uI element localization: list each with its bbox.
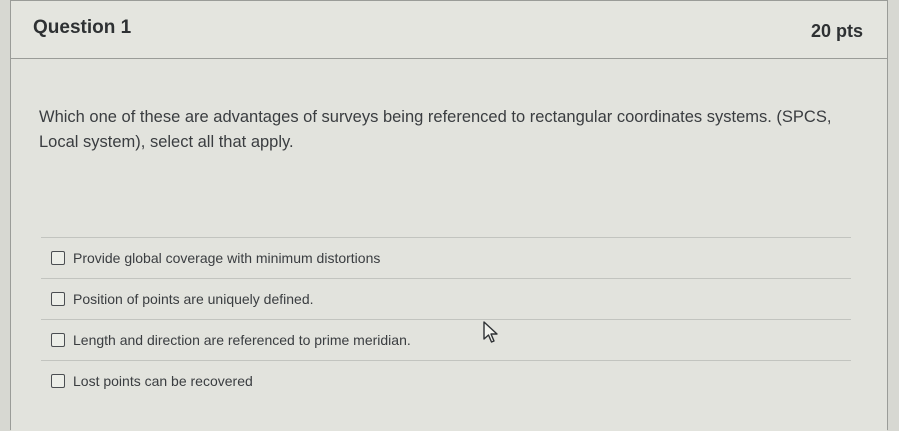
answer-checkbox[interactable]	[51, 333, 65, 347]
answer-option-1[interactable]: Provide global coverage with minimum dis…	[41, 238, 851, 278]
question-panel: Question 1 20 pts Which one of these are…	[10, 0, 888, 431]
answer-label: Provide global coverage with minimum dis…	[73, 250, 381, 266]
question-points: 20 pts	[810, 21, 863, 41]
mouse-cursor-icon	[483, 321, 498, 343]
question-prompt: Which one of these are advantages of sur…	[39, 108, 832, 151]
answer-option-4[interactable]: Lost points can be recovered	[41, 361, 851, 401]
question-body: Which one of these are advantages of sur…	[11, 59, 887, 431]
answer-label: Position of points are uniquely defined.	[73, 291, 314, 307]
answer-option-2[interactable]: Position of points are uniquely defined.	[41, 279, 851, 319]
answer-checkbox[interactable]	[51, 292, 65, 306]
answer-label: Length and direction are referenced to p…	[73, 332, 411, 348]
answer-option-3[interactable]: Length and direction are referenced to p…	[41, 320, 851, 360]
answer-list: Provide global coverage with minimum dis…	[41, 237, 851, 401]
answer-label: Lost points can be recovered	[73, 373, 253, 389]
question-title: Question 1	[33, 17, 132, 38]
answer-checkbox[interactable]	[51, 251, 65, 265]
question-header: Question 1 20 pts	[11, 1, 887, 59]
answer-checkbox[interactable]	[51, 374, 65, 388]
